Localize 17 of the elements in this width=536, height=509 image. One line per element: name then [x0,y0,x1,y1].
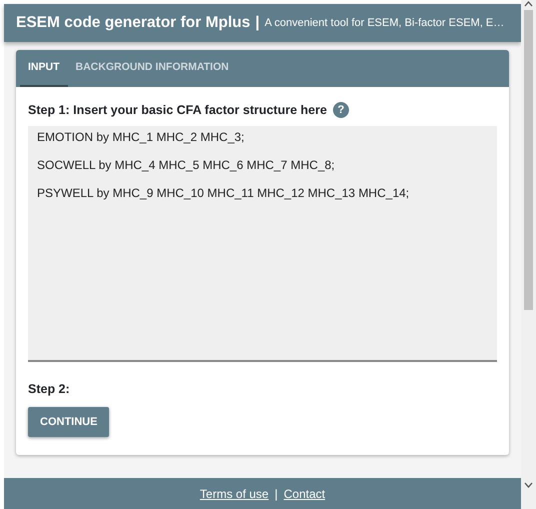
tab[interactable]: BACKGROUND INFORMATION [68,50,237,87]
factor-structure-field[interactable]: EMOTION by MHC_1 MHC_2 MHC_3; SOCWELL by MHC_4 MHC_5 MHC_6 MHC_7 MHC_8; PSYWELL by MHC_9 MHC_10 MHC_11 MHC_12 MHC_13 MHC_14; [28,126,497,362]
tab[interactable]: INPUT [20,50,68,87]
app-title: ESEM code generator for Mplus [16,13,250,34]
app-subtitle: A convenient tool for ESEM, Bi-factor ESEM, E… [264,16,504,31]
scrollbar-thumb[interactable] [524,10,533,310]
scroll-up-icon[interactable] [524,0,533,8]
scrollbar[interactable] [521,0,536,509]
continue-button[interactable]: CONTINUE [28,406,110,437]
step-label: Step 1: Insert your basic CFA factor structure here [28,102,327,119]
footer-link[interactable]: Terms of use [200,484,269,502]
help-icon[interactable]: ? [332,102,349,118]
footer-link[interactable]: Contact [284,484,326,502]
title-separator: | [255,13,260,34]
scroll-down-icon[interactable] [524,481,533,489]
link-separator: | [274,486,278,502]
step-label: Step 2: [28,380,71,398]
